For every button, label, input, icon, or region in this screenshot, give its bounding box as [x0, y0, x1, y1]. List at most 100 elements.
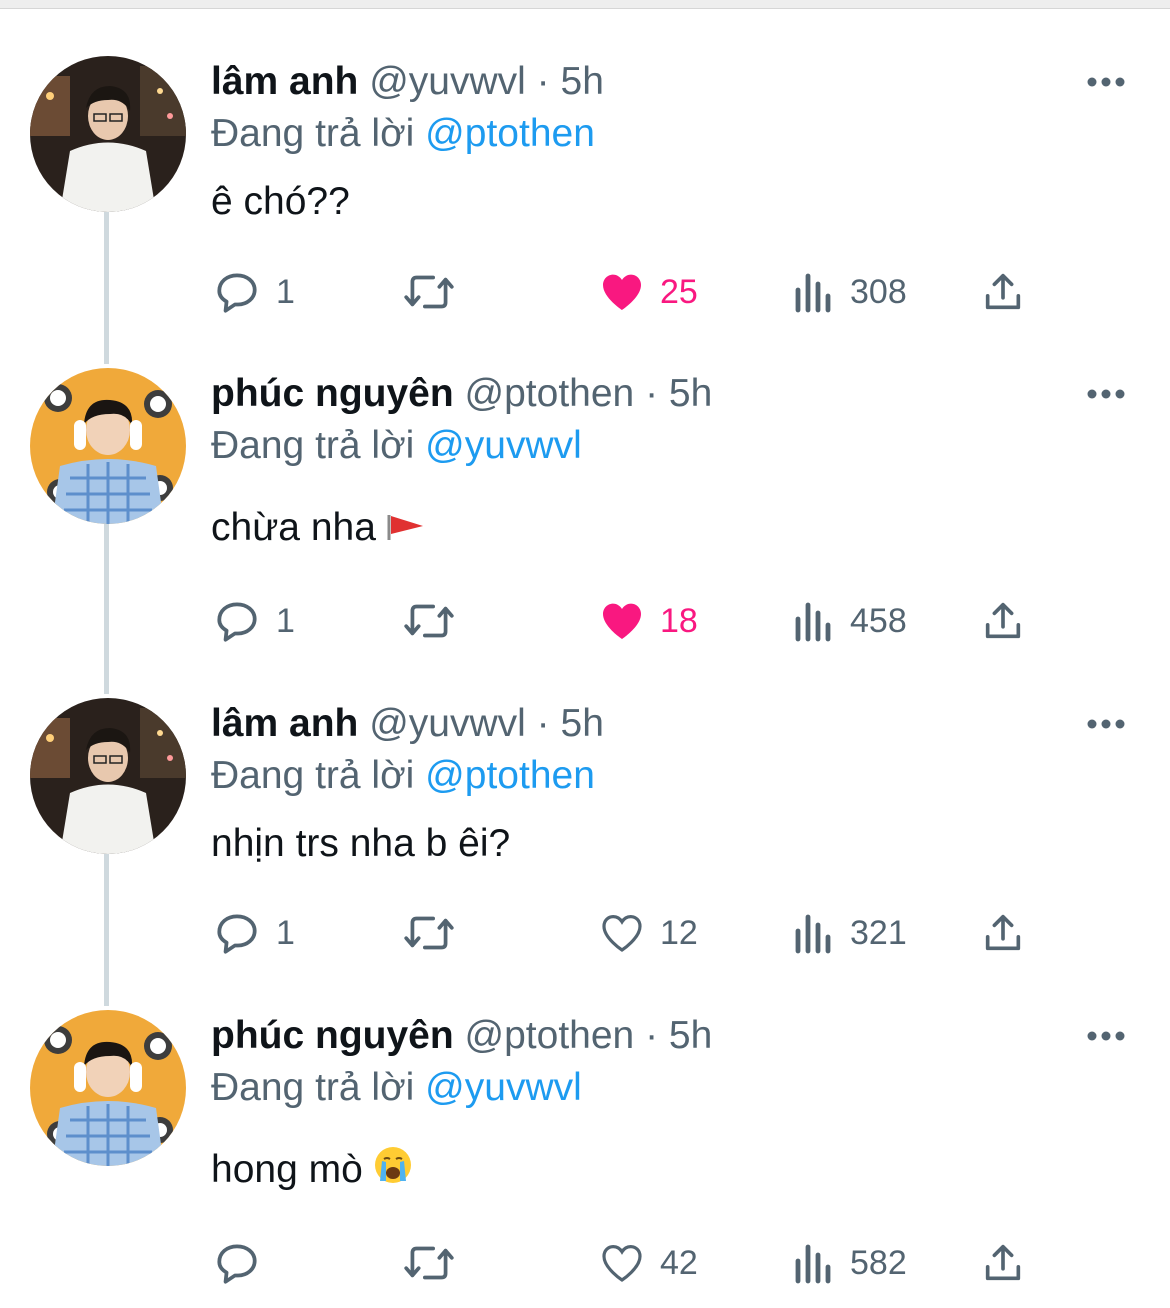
retweet-icon — [404, 275, 454, 309]
like-button[interactable]: 18 — [598, 596, 698, 646]
view-count: 308 — [850, 273, 907, 311]
reply-icon — [217, 914, 257, 954]
retweet-icon — [404, 604, 454, 638]
tweet-text-content: chừa nha — [211, 506, 376, 549]
share-icon — [985, 602, 1021, 639]
views-button[interactable]: 582 — [792, 1238, 907, 1288]
thread-line — [104, 524, 109, 694]
replying-to: Đang trả lời @ptothen — [211, 108, 595, 160]
views-button[interactable]: 308 — [792, 267, 907, 317]
reply-count: 1 — [276, 602, 295, 640]
mention-link[interactable]: @ptothen — [425, 112, 595, 155]
heart-filled-icon — [603, 274, 641, 310]
analytics-icon — [795, 914, 831, 954]
tweet-header: lâm anh @yuvwvl · 5h — [211, 698, 604, 750]
reply-icon — [217, 1244, 257, 1284]
mention-link[interactable]: @yuvwvl — [425, 1066, 582, 1109]
top-divider — [0, 0, 1170, 9]
replying-to-label: Đang trả lời — [211, 424, 415, 467]
separator: · — [645, 372, 659, 415]
reply-button[interactable]: 1 — [212, 596, 295, 646]
more-options-icon[interactable] — [1086, 1024, 1126, 1048]
analytics-icon — [795, 602, 831, 642]
more-options-icon[interactable] — [1086, 712, 1126, 736]
like-count: 25 — [660, 273, 698, 311]
display-name[interactable]: lâm anh — [211, 60, 358, 103]
user-handle[interactable]: @yuvwvl — [369, 60, 526, 103]
display-name[interactable]: lâm anh — [211, 702, 358, 745]
tweet-text-content: hong mò — [211, 1148, 363, 1191]
replying-to: Đang trả lời @yuvwvl — [211, 420, 582, 472]
user-handle[interactable]: @ptothen — [465, 1014, 635, 1057]
tweet-header: phúc nguyên @ptothen · 5h — [211, 1010, 712, 1062]
red-flag-emoji — [386, 504, 426, 556]
views-button[interactable]: 458 — [792, 596, 907, 646]
reply-count: 1 — [276, 914, 295, 952]
retweet-button[interactable] — [400, 1238, 458, 1288]
more-options-icon[interactable] — [1086, 70, 1126, 94]
user-avatar[interactable] — [30, 56, 186, 212]
mention-link[interactable]: @ptothen — [425, 754, 595, 797]
view-count: 321 — [850, 914, 907, 952]
heart-filled-icon — [603, 603, 641, 639]
user-handle[interactable]: @yuvwvl — [369, 702, 526, 745]
mention-link[interactable]: @yuvwvl — [425, 424, 582, 467]
timestamp[interactable]: 5h — [669, 1014, 712, 1057]
like-count: 18 — [660, 602, 698, 640]
display-name[interactable]: phúc nguyên — [211, 372, 454, 415]
view-count: 458 — [850, 602, 907, 640]
reply-button[interactable]: 1 — [212, 267, 295, 317]
separator: · — [536, 60, 550, 103]
share-icon — [985, 1244, 1021, 1281]
reply-icon — [217, 273, 257, 313]
share-button[interactable] — [980, 1238, 1026, 1288]
separator: · — [645, 1014, 659, 1057]
share-icon — [985, 914, 1021, 951]
separator: · — [536, 702, 550, 745]
analytics-icon — [795, 1244, 831, 1284]
tweet-text: chừa nha — [211, 502, 426, 556]
timestamp[interactable]: 5h — [669, 372, 712, 415]
share-button[interactable] — [980, 267, 1026, 317]
replying-to-label: Đang trả lời — [211, 1066, 415, 1109]
timestamp[interactable]: 5h — [561, 702, 604, 745]
user-avatar[interactable] — [30, 1010, 186, 1166]
tweet-text-content: nhịn trs nha b êi? — [211, 822, 511, 865]
replying-to-label: Đang trả lời — [211, 112, 415, 155]
reply-icon — [217, 602, 257, 642]
analytics-icon — [795, 273, 831, 313]
retweet-button[interactable] — [400, 267, 458, 317]
thread-line — [104, 854, 109, 1006]
views-button[interactable]: 321 — [792, 908, 907, 958]
user-avatar[interactable] — [30, 698, 186, 854]
heart-outline-icon — [602, 1244, 642, 1282]
like-button[interactable]: 25 — [598, 267, 698, 317]
reply-button[interactable] — [212, 1238, 276, 1288]
retweet-icon — [404, 916, 454, 950]
tweet-text: ê chó?? — [211, 176, 350, 228]
tweet-text: nhịn trs nha b êi? — [211, 818, 510, 870]
thread-line — [104, 212, 109, 364]
replying-to: Đang trả lời @ptothen — [211, 750, 595, 802]
like-count: 12 — [660, 914, 698, 952]
reply-button[interactable]: 1 — [212, 908, 295, 958]
view-count: 582 — [850, 1244, 907, 1282]
replying-to: Đang trả lời @yuvwvl — [211, 1062, 582, 1114]
retweet-button[interactable] — [400, 908, 458, 958]
reply-count: 1 — [276, 273, 295, 311]
user-handle[interactable]: @ptothen — [465, 372, 635, 415]
share-button[interactable] — [980, 908, 1026, 958]
display-name[interactable]: phúc nguyên — [211, 1014, 454, 1057]
retweet-button[interactable] — [400, 596, 458, 646]
heart-outline-icon — [602, 914, 642, 952]
like-count: 42 — [660, 1244, 698, 1282]
tweet-text: hong mò — [211, 1144, 413, 1199]
more-options-icon[interactable] — [1086, 382, 1126, 406]
timestamp[interactable]: 5h — [561, 60, 604, 103]
user-avatar[interactable] — [30, 368, 186, 524]
like-button[interactable]: 42 — [598, 1238, 698, 1288]
like-button[interactable]: 12 — [598, 908, 698, 958]
crying-face-emoji — [373, 1145, 413, 1199]
share-button[interactable] — [980, 596, 1026, 646]
replying-to-label: Đang trả lời — [211, 754, 415, 797]
